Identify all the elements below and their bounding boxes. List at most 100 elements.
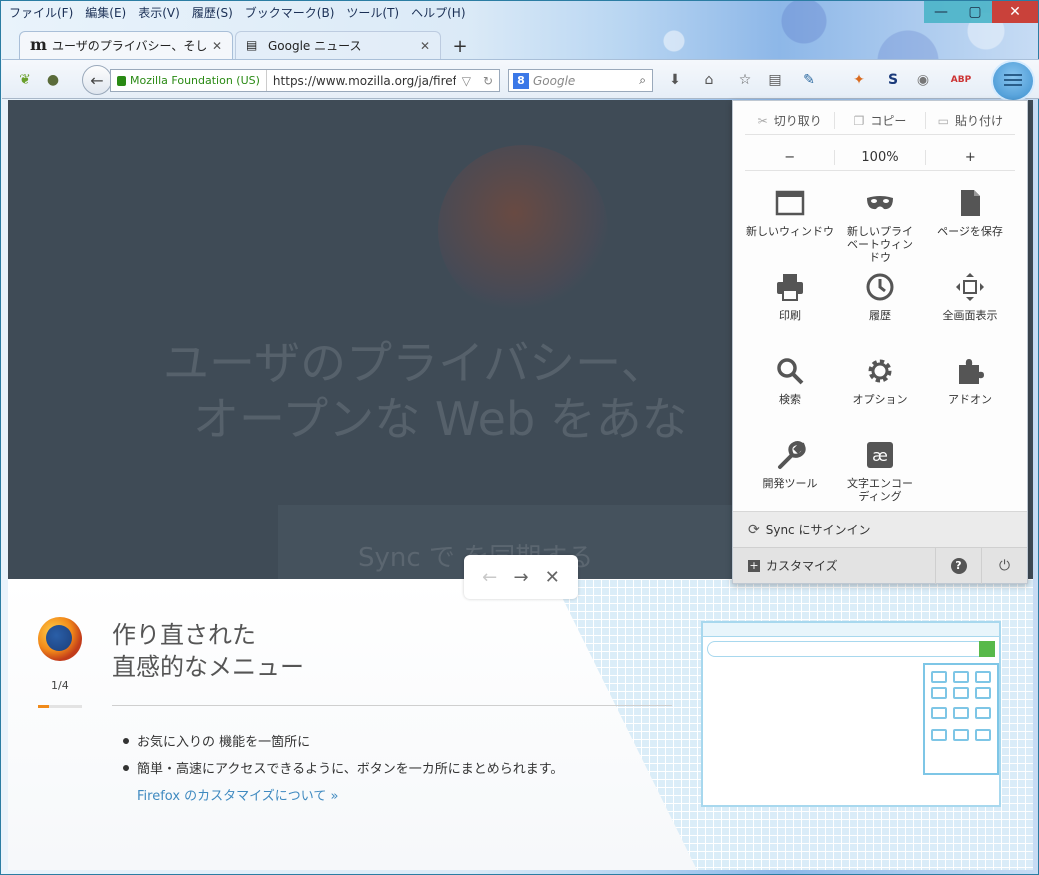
quit-button[interactable]: ⏻ xyxy=(981,547,1027,584)
new-tab-button[interactable]: + xyxy=(447,33,473,59)
hero-title-line2: オープンな Web をあな xyxy=(193,392,688,446)
search-icon[interactable]: ⌕ xyxy=(639,73,652,88)
illustration-cell xyxy=(931,687,947,699)
prev-arrow-icon[interactable]: ← xyxy=(482,567,497,588)
search-input[interactable]: Google xyxy=(533,74,639,88)
menu-file[interactable]: ファイル(F) xyxy=(9,4,73,21)
gear-addon-icon[interactable]: ◉ xyxy=(914,71,932,89)
customize-link[interactable]: Firefox のカスタマイズについて » xyxy=(137,785,339,804)
customize-link-text: Firefox のカスタマイズについて xyxy=(137,789,327,804)
bullet-icon xyxy=(123,737,129,744)
paste-button[interactable]: ▭ 貼り付け xyxy=(924,112,1015,129)
download-icon[interactable]: ⬇ xyxy=(666,71,684,89)
illustration-cell xyxy=(953,687,969,699)
addon-icon[interactable]: ✎ xyxy=(800,71,818,89)
bullet-text: お気に入りの 機能を一箇所に xyxy=(137,735,311,750)
puzzle-icon xyxy=(959,359,984,384)
tab-close-icon[interactable]: ✕ xyxy=(420,39,430,53)
save-page-label: ページを保存 xyxy=(937,225,1003,238)
options-button[interactable]: オプション xyxy=(835,355,925,439)
help-button[interactable]: ? xyxy=(935,547,981,584)
globe-icon[interactable]: ● xyxy=(44,71,62,89)
home-icon[interactable]: ⌂ xyxy=(700,71,718,89)
google-engine-icon[interactable]: 8 xyxy=(513,72,529,89)
new-window-button[interactable]: 新しいウィンドウ xyxy=(745,187,835,271)
back-button[interactable]: ← xyxy=(82,65,112,95)
tour-progress-bar xyxy=(38,705,82,708)
url-bar[interactable]: Mozilla Foundation (US) https://www.mozi… xyxy=(110,69,500,92)
search-icon xyxy=(777,358,804,385)
adblock-icon[interactable]: ABP xyxy=(951,71,971,89)
browser-window: ファイル(F) 編集(E) 表示(V) 履歴(S) ブックマーク(B) ツール(… xyxy=(0,0,1039,875)
menu-tools[interactable]: ツール(T) xyxy=(346,4,399,21)
bookmarks-menu-icon[interactable]: ▤ xyxy=(766,71,784,89)
menu-help[interactable]: ヘルプ(H) xyxy=(411,4,465,21)
history-label: 履歴 xyxy=(869,309,891,322)
tour-bullets: お気に入りの 機能を一箇所に 簡単・高速にアクセスできるように、ボタンを一カ所に… xyxy=(123,731,563,812)
addons-button[interactable]: アドオン xyxy=(925,355,1015,439)
menu-bookmarks[interactable]: ブックマーク(B) xyxy=(245,4,335,21)
menu-view[interactable]: 表示(V) xyxy=(138,4,180,21)
illustration-cell xyxy=(953,729,969,741)
fullscreen-label: 全画面表示 xyxy=(942,309,998,322)
history-button[interactable]: 履歴 xyxy=(835,271,925,355)
sync-signin-button[interactable]: ⟳ Sync にサインイン xyxy=(733,511,1027,547)
lock-icon xyxy=(117,75,126,86)
hero-title-line1: ユーザのプライバシー、 xyxy=(163,336,667,390)
zoom-in-button[interactable]: + xyxy=(926,150,1015,165)
leaf-icon[interactable]: ❦ xyxy=(16,71,34,89)
open-menu-button[interactable] xyxy=(991,60,1035,102)
illustration-cell xyxy=(975,687,991,699)
fullscreen-button[interactable]: 全画面表示 xyxy=(925,271,1015,355)
find-button[interactable]: 検索 xyxy=(745,355,835,439)
hamburger-icon xyxy=(1004,74,1022,88)
minimize-button[interactable]: — xyxy=(924,1,958,23)
illustration-tabs xyxy=(703,623,999,637)
tour-step-count: 1/4 xyxy=(51,679,69,692)
zoom-reset-button[interactable]: 100% xyxy=(834,150,926,165)
site-identity-label: Mozilla Foundation (US) xyxy=(130,74,260,87)
save-page-button[interactable]: ページを保存 xyxy=(925,187,1015,271)
menu-edit[interactable]: 編集(E) xyxy=(85,4,126,21)
panel-footer: + カスタマイズ ? ⏻ xyxy=(733,547,1027,584)
tab-strip: m ユーザのプライバシー、そしてオ... ✕ ▤ Google ニュース ✕ + xyxy=(19,31,473,59)
s-addon-icon[interactable]: S xyxy=(884,71,902,89)
customize-button[interactable]: + カスタマイズ xyxy=(733,557,935,574)
tab-close-icon[interactable]: ✕ xyxy=(212,39,222,53)
plus-icon: + xyxy=(748,558,760,572)
window-controls: — ▢ ✕ xyxy=(924,1,1038,27)
cut-button[interactable]: ✂ 切り取り xyxy=(745,112,834,129)
developer-label: 開発ツール xyxy=(762,477,818,490)
find-label: 検索 xyxy=(779,393,801,406)
site-identity[interactable]: Mozilla Foundation (US) xyxy=(111,70,267,91)
print-label: 印刷 xyxy=(779,309,801,322)
maximize-button[interactable]: ▢ xyxy=(958,1,992,23)
menu-history[interactable]: 履歴(S) xyxy=(192,4,233,21)
list-item: Firefox のカスタマイズについて » xyxy=(123,785,563,804)
customize-label: カスタマイズ xyxy=(766,559,838,573)
tour-title-line2: 直感的なメニュー xyxy=(112,653,304,681)
window-icon xyxy=(775,190,805,216)
search-bar[interactable]: 8 Google ⌕ xyxy=(508,69,653,92)
page-icon xyxy=(961,190,980,216)
reload-icon[interactable]: ↻ xyxy=(477,74,499,88)
new-private-window-label: 新しいプライベートウィンドウ xyxy=(847,225,913,264)
url-dropdown-icon[interactable]: ▽ xyxy=(456,74,477,88)
bookmark-star-icon[interactable]: ☆ xyxy=(736,71,754,89)
list-item: 簡単・高速にアクセスできるように、ボタンを一カ所にまとめられます。 xyxy=(123,758,563,777)
new-private-window-button[interactable]: 新しいプライベートウィンドウ xyxy=(835,187,925,271)
close-tour-icon[interactable]: ✕ xyxy=(545,567,560,588)
fish-addon-icon[interactable]: ✦ xyxy=(850,71,868,89)
tab-google-news[interactable]: ▤ Google ニュース ✕ xyxy=(235,31,441,59)
tab-mozilla[interactable]: m ユーザのプライバシー、そしてオ... ✕ xyxy=(19,31,233,59)
illustration-cell xyxy=(975,671,991,683)
print-button[interactable]: 印刷 xyxy=(745,271,835,355)
zoom-out-button[interactable]: − xyxy=(745,150,834,165)
copy-button[interactable]: ❐ コピー xyxy=(834,112,924,129)
url-text[interactable]: https://www.mozilla.org/ja/firef xyxy=(267,74,456,88)
next-arrow-icon[interactable]: → xyxy=(513,567,528,588)
tour-divider xyxy=(112,705,672,706)
new-window-label: 新しいウィンドウ xyxy=(746,225,834,238)
tour-navigation: ← → ✕ xyxy=(464,555,578,599)
close-window-button[interactable]: ✕ xyxy=(992,1,1038,23)
